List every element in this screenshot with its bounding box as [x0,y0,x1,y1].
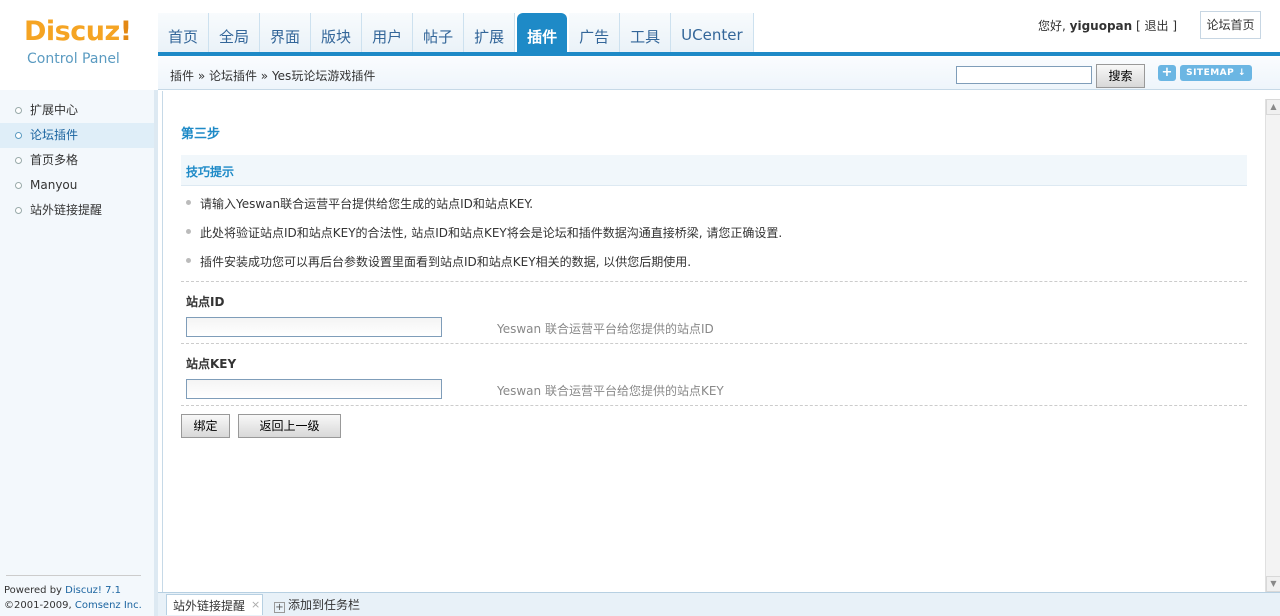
tips-header: 技巧提示 [181,155,1247,186]
sidebar: 扩展中心 论坛插件 首页多格 Manyou 站外链接提醒 Powered by … [0,90,158,616]
bullet-icon [186,229,191,234]
circle-bullet-icon [15,182,22,189]
divider [181,405,1247,406]
tab-forums[interactable]: 版块 [311,13,363,52]
logo-subtitle: Control Panel [27,51,120,67]
site-key-input[interactable] [186,379,442,399]
header: 首页 全局 界面 版块 用户 帖子 扩展 插件 广告 工具 UCenter 您好… [0,0,1280,57]
plus-box-icon: + [274,602,285,613]
scroll-down-arrow-icon[interactable]: ▼ [1266,576,1280,592]
discuz-link[interactable]: Discuz! 7.1 [65,585,121,596]
tab-posts[interactable]: 帖子 [413,13,465,52]
step-title: 第三步 [181,127,221,142]
top-nav: 首页 全局 界面 版块 用户 帖子 扩展 插件 广告 工具 UCenter [158,13,754,52]
sidebar-item-label: 扩展中心 [30,103,79,117]
add-to-taskbar-label: 添加到任务栏 [288,598,361,612]
greeting-text: 您好, [1038,19,1070,33]
site-key-label: 站点KEY [186,357,237,371]
tab-interface[interactable]: 界面 [260,13,312,52]
site-id-input[interactable] [186,317,442,337]
tab-ads[interactable]: 广告 [569,13,621,52]
copyright-prefix: ©2001-2009, [4,600,75,611]
tip-item: 此处将验证站点ID和站点KEY的合法性, 站点ID和站点KEY将会是论坛和插件数… [184,224,782,241]
main-content: 第三步 技巧提示 请输入Yeswan联合运营平台提供给您生成的站点ID和站点KE… [162,91,1265,592]
close-icon[interactable]: × [251,598,260,611]
tip-item: 请输入Yeswan联合运营平台提供给您生成的站点ID和站点KEY. [184,195,533,212]
site-id-label: 站点ID [186,295,225,309]
back-button[interactable]: 返回上一级 [238,414,341,438]
username: yiguopan [1069,19,1133,33]
sidebar-item-label: 站外链接提醒 [30,203,103,217]
sub-toolbar: 插件 » 论坛插件 » Yes玩论坛游戏插件 搜索 + SITEMAP ↓ [158,57,1280,90]
bullet-icon [186,200,191,205]
circle-bullet-icon [15,207,22,214]
sidebar-item-label: Manyou [30,178,78,192]
sidebar-item-extension-center[interactable]: 扩展中心 [0,98,154,123]
footer-divider [6,575,141,576]
tab-home[interactable]: 首页 [158,13,210,52]
search-button[interactable]: 搜索 [1096,64,1145,88]
tab-extensions[interactable]: 扩展 [464,13,516,52]
add-shortcut-button[interactable]: + [1158,65,1176,81]
tab-plugins[interactable]: 插件 [517,13,568,52]
site-id-hint: Yeswan 联合运营平台给您提供的站点ID [497,322,714,336]
sidebar-item-home-grids[interactable]: 首页多格 [0,148,154,173]
search-input[interactable] [956,66,1092,84]
vertical-scrollbar[interactable]: ▲ ▼ [1265,99,1280,592]
comsenz-link[interactable]: Comsenz Inc. [75,600,142,611]
divider [181,281,1247,282]
scroll-up-arrow-icon[interactable]: ▲ [1266,99,1280,115]
logout-bracket-open: [ [1132,19,1145,33]
sidebar-item-forum-plugins[interactable]: 论坛插件 [0,123,154,148]
logo-brand: Discuz! [24,16,132,47]
logout-link[interactable]: 退出 [1145,19,1169,33]
logo-bang: ! [119,16,132,47]
sitemap-button[interactable]: SITEMAP ↓ [1180,65,1252,81]
task-item-label: 站外链接提醒 [173,599,246,613]
user-info: 您好, yiguopan [ 退出 ] [1038,17,1177,34]
breadcrumb: 插件 » 论坛插件 » Yes玩论坛游戏插件 [170,69,376,83]
sidebar-item-label: 论坛插件 [30,128,79,142]
site-key-hint: Yeswan 联合运营平台给您提供的站点KEY [497,384,724,398]
bind-button[interactable]: 绑定 [181,414,230,438]
circle-bullet-icon [15,132,22,139]
tab-global[interactable]: 全局 [209,13,261,52]
task-item-external-link-reminder[interactable]: 站外链接提醒 × [166,594,263,615]
divider [181,343,1247,344]
tip-text: 请输入Yeswan联合运营平台提供给您生成的站点ID和站点KEY. [200,197,534,211]
sidebar-item-manyou[interactable]: Manyou [0,173,154,198]
tip-item: 插件安装成功您可以再后台参数设置里面看到站点ID和站点KEY相关的数据, 以供您… [184,253,691,270]
tab-users[interactable]: 用户 [362,13,414,52]
sidebar-item-label: 首页多格 [30,153,79,167]
circle-bullet-icon [15,157,22,164]
powered-prefix: Powered by [4,585,66,596]
add-to-taskbar-button[interactable]: + 添加到任务栏 [274,596,360,613]
taskbar: 站外链接提醒 × + 添加到任务栏 [158,592,1280,616]
tab-ucenter[interactable]: UCenter [671,13,754,52]
nav-underline [158,52,1280,56]
forum-home-button[interactable]: 论坛首页 [1200,11,1261,39]
logo-brand-text: Discuz [24,16,120,47]
tab-tools[interactable]: 工具 [620,13,672,52]
tip-text: 此处将验证站点ID和站点KEY的合法性, 站点ID和站点KEY将会是论坛和插件数… [200,226,783,240]
sidebar-menu: 扩展中心 论坛插件 首页多格 Manyou 站外链接提醒 [0,98,154,223]
sidebar-item-external-link-reminder[interactable]: 站外链接提醒 [0,198,154,223]
circle-bullet-icon [15,107,22,114]
bullet-icon [186,258,191,263]
logo[interactable]: Discuz! Control Panel [0,0,158,90]
tip-text: 插件安装成功您可以再后台参数设置里面看到站点ID和站点KEY相关的数据, 以供您… [200,255,692,269]
powered-by: Powered by Discuz! 7.1 ©2001-2009, Comse… [4,583,142,613]
logout-bracket-close: ] [1168,19,1178,33]
